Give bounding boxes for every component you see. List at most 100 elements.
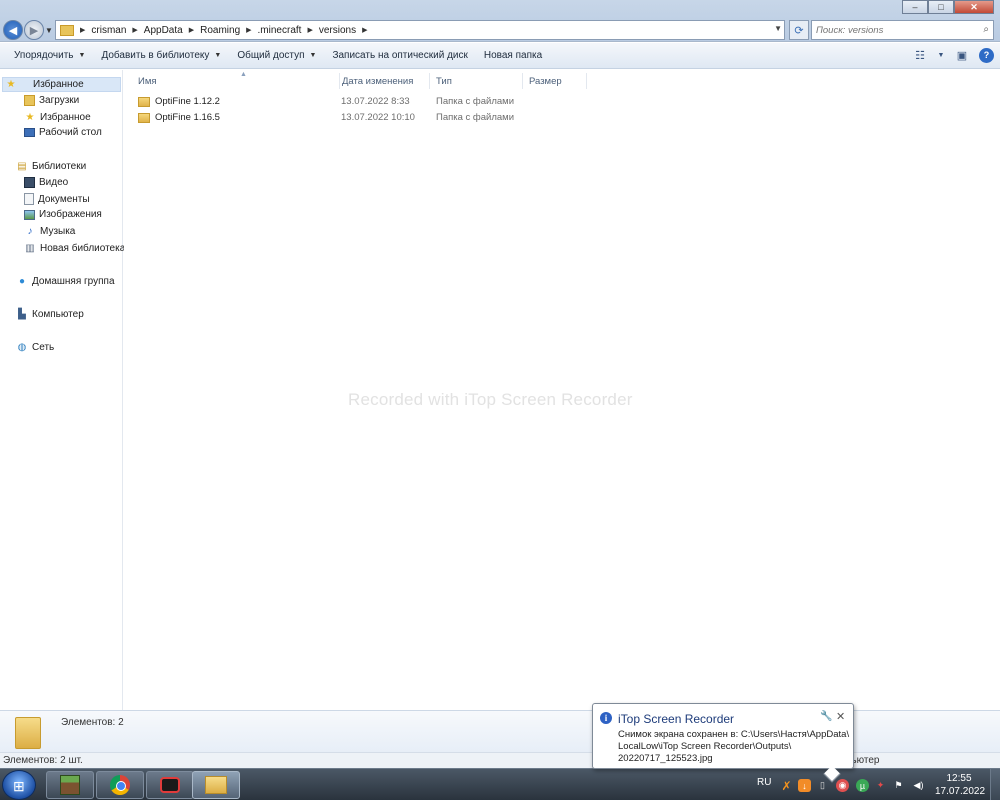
nav-libraries-group[interactable]: ▤ Библиотеки — [16, 160, 86, 172]
music-icon: ♪ — [27, 225, 33, 237]
pictures-icon — [24, 209, 35, 220]
breadcrumb-minecraft[interactable]: .minecraft — [258, 25, 302, 36]
window-controls: – □ ✕ — [902, 0, 994, 14]
nav-network[interactable]: ◍ Сеть — [16, 341, 55, 353]
breadcrumb[interactable]: ▶ crisman ▶ AppData ▶ Roaming ▶ .minecra… — [55, 20, 785, 40]
file-name-cell: OptiFine 1.12.2 — [138, 96, 220, 107]
new-folder-label: Новая папка — [483, 50, 543, 61]
info-icon: i — [600, 712, 612, 724]
view-dropdown-icon[interactable]: ▼ — [937, 47, 945, 63]
new-folder-button[interactable]: Новая папка — [476, 50, 550, 61]
taskbar-app-explorer[interactable] — [192, 771, 240, 799]
organize-menu-button[interactable]: Упорядочить ▼ — [6, 50, 93, 61]
wrench-icon[interactable]: 🔧 — [820, 711, 832, 722]
nav-item-pictures[interactable]: Изображения — [24, 209, 102, 220]
video-icon — [24, 177, 35, 188]
column-header-size[interactable]: Размер — [523, 73, 587, 89]
nav-item-downloads[interactable]: Загрузки — [24, 95, 79, 106]
taskbar-app-chrome[interactable] — [96, 771, 144, 799]
nav-label: Компьютер — [32, 308, 84, 320]
search-box[interactable]: ⌕ — [811, 20, 994, 40]
breadcrumb-versions[interactable]: versions — [319, 25, 356, 36]
documents-icon — [24, 193, 34, 205]
tray-device-icon[interactable]: ▯ — [816, 779, 829, 792]
tray-app-icon[interactable]: ✗ — [780, 779, 793, 793]
taskbar-app-itop-recorder[interactable] — [146, 771, 194, 799]
close-button[interactable]: ✕ — [954, 0, 994, 14]
recent-pages-dropdown-icon[interactable]: ▼ — [45, 26, 53, 35]
nav-item-documents[interactable]: Документы — [24, 193, 90, 205]
star-icon: ★ — [6, 79, 16, 90]
action-center-flag-icon[interactable]: ⚑ — [892, 779, 905, 792]
folder-icon — [138, 96, 150, 107]
star-icon: ★ — [25, 111, 35, 123]
chrome-app-icon — [110, 775, 130, 795]
nav-item-favorites[interactable]: ★ Избранное — [24, 111, 91, 123]
breadcrumb-crisman[interactable]: crisman — [91, 25, 126, 36]
clock-date[interactable]: 17.07.2022 — [932, 786, 988, 797]
itop-recorder-app-icon — [160, 777, 180, 793]
folder-icon — [138, 112, 150, 123]
address-bar: ◀ ▶ ▼ ▶ crisman ▶ AppData ▶ Roaming ▶ .m… — [0, 0, 1000, 42]
preview-pane-icon[interactable]: ▣ — [953, 47, 971, 63]
table-row[interactable]: OptiFine 1.12.2 13.07.2022 8:33 Папка с … — [138, 94, 538, 109]
refresh-button[interactable]: ⟳ — [789, 20, 809, 40]
maximize-button[interactable]: □ — [928, 0, 954, 14]
breadcrumb-separator-icon[interactable]: ▶ — [307, 26, 312, 34]
nav-item-new-library[interactable]: ▥ Новая библиотека — [24, 242, 125, 254]
breadcrumb-separator-icon[interactable]: ▶ — [246, 26, 251, 34]
nav-homegroup[interactable]: ● Домашняя группа — [16, 275, 115, 287]
language-indicator[interactable]: RU — [757, 777, 771, 788]
notification-balloon[interactable]: i iTop Screen Recorder 🔧 ✕ Снимок экрана… — [592, 703, 854, 783]
nav-item-desktop[interactable]: Рабочий стол — [24, 127, 102, 138]
column-header-date[interactable]: Дата изменения — [336, 73, 430, 89]
breadcrumb-roaming[interactable]: Roaming — [200, 25, 240, 36]
chevron-down-icon: ▼ — [309, 52, 317, 59]
view-options-icon[interactable]: ☷ — [911, 47, 929, 63]
details-item-count: Элементов: 2 — [61, 717, 124, 728]
nav-item-music[interactable]: ♪ Музыка — [24, 225, 76, 237]
nav-computer[interactable]: ▙ Компьютер — [16, 308, 84, 320]
breadcrumb-separator-icon[interactable]: ▶ — [132, 26, 137, 34]
file-type: Папка с файлами — [436, 96, 515, 107]
back-button[interactable]: ◀ — [3, 20, 23, 40]
breadcrumb-appdata[interactable]: AppData — [144, 25, 183, 36]
minimize-button[interactable]: – — [902, 0, 928, 14]
breadcrumb-separator-icon[interactable]: ▶ — [80, 26, 85, 34]
file-date: 13.07.2022 10:10 — [341, 112, 415, 123]
notification-line: 20220717_125523.jpg — [618, 753, 713, 764]
start-button[interactable]: ⊞ — [2, 770, 36, 800]
homegroup-icon: ● — [18, 275, 26, 287]
burn-disc-button[interactable]: Записать на оптический диск — [324, 50, 475, 61]
column-header-name[interactable]: Имя ▲ — [132, 71, 340, 89]
add-to-library-label: Добавить в библиотеку — [101, 50, 210, 61]
add-to-library-button[interactable]: Добавить в библиотеку ▼ — [93, 50, 229, 61]
search-input[interactable] — [816, 24, 966, 36]
tray-updater-icon[interactable]: ↓ — [798, 779, 811, 792]
address-dropdown-icon[interactable]: ▼ — [774, 24, 782, 33]
computer-icon: ▙ — [18, 308, 26, 320]
tray-recorder-icon[interactable]: ◉ — [836, 779, 849, 792]
nav-item-video[interactable]: Видео — [24, 177, 68, 188]
windows-logo-icon: ⊞ — [13, 778, 25, 794]
breadcrumb-separator-icon[interactable]: ▶ — [189, 26, 194, 34]
close-icon[interactable]: ✕ — [836, 710, 845, 723]
table-row[interactable]: OptiFine 1.16.5 13.07.2022 10:10 Папка с… — [138, 110, 538, 125]
search-icon[interactable]: ⌕ — [983, 24, 989, 35]
volume-icon[interactable]: ◀) — [912, 779, 925, 792]
breadcrumb-separator-icon[interactable]: ▶ — [362, 26, 367, 34]
help-icon[interactable]: ? — [979, 47, 994, 63]
taskbar-app-minecraft[interactable] — [46, 771, 94, 799]
nav-favorites-group[interactable]: ★ Избранное — [2, 77, 121, 92]
show-desktop-button[interactable] — [990, 769, 1000, 800]
share-button[interactable]: Общий доступ ▼ — [229, 50, 324, 61]
forward-button[interactable]: ▶ — [24, 20, 44, 40]
nav-label: Библиотеки — [32, 160, 87, 172]
nav-label: Новая библиотека — [40, 242, 126, 254]
refresh-icon: ⟳ — [794, 24, 804, 37]
tray-security-icon[interactable]: ✦ — [874, 779, 887, 792]
tray-utorrent-icon[interactable]: µ — [856, 779, 869, 792]
clock-time[interactable]: 12:55 — [945, 773, 973, 784]
column-header-label: Дата изменения — [342, 75, 414, 87]
column-header-type[interactable]: Тип — [430, 73, 523, 89]
